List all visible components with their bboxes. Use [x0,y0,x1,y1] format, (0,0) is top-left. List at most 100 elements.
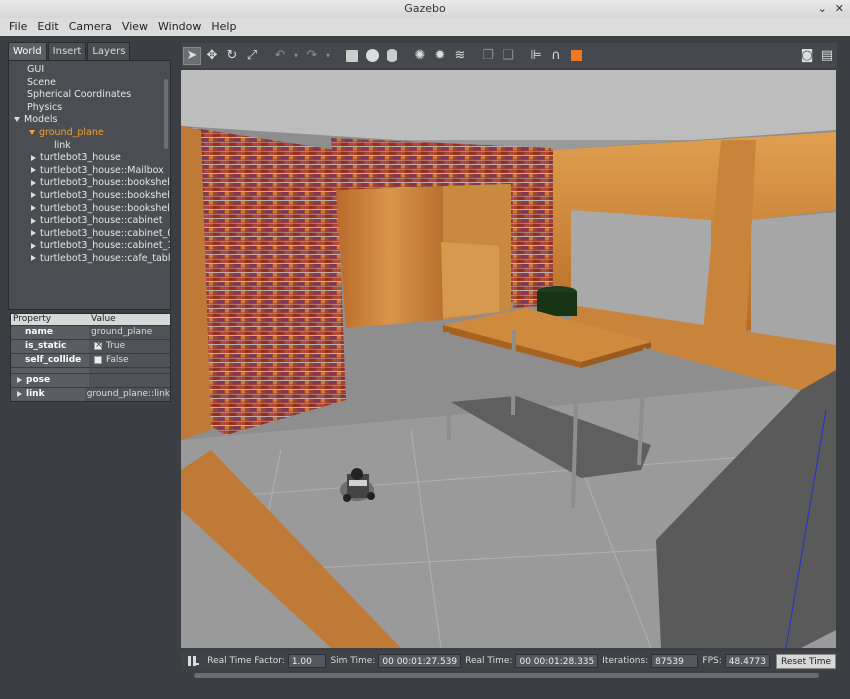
tree-item-model[interactable]: turtlebot3_house::cafe_table [9,253,170,266]
tree-item-spherical[interactable]: Spherical Coordinates [9,89,170,102]
horizontal-scrollbar[interactable] [194,673,819,678]
tree-item-model[interactable]: turtlebot3_house [9,152,170,165]
step-icon[interactable] [195,663,200,665]
prop-is-static-label: is_static [11,340,89,353]
menu-camera[interactable]: Camera [64,18,117,36]
prop-spacer [11,367,170,373]
tree-model-label: turtlebot3_house::cafe_table [40,252,171,264]
tree-item-gui[interactable]: GUI [9,64,170,77]
real-time-value: 00 00:01:28.335 [515,654,599,668]
collapse-icon[interactable] [31,217,36,224]
tree-model-label: turtlebot3_house::bookshelf [40,177,171,189]
menu-help[interactable]: Help [206,18,241,36]
tree-item-scene[interactable]: Scene [9,77,170,90]
tree-item-model[interactable]: turtlebot3_house::Mailbox [9,165,170,178]
copy-icon[interactable]: ❐ [479,47,497,65]
menu-bar: File Edit Camera View Window Help [0,18,850,36]
pause-icon[interactable] [185,654,196,668]
translate-icon[interactable]: ✥ [203,47,221,65]
undo-history-icon[interactable]: ▾ [291,47,301,65]
checkbox-checked-icon[interactable] [94,339,103,352]
prop-is-static-value[interactable]: True [89,339,170,353]
3d-viewport[interactable] [181,70,836,648]
expand-icon[interactable] [29,129,35,135]
reset-time-button[interactable]: Reset Time [775,653,836,669]
wood-panel-back [336,186,443,328]
point-light-icon[interactable]: ✺ [411,47,429,65]
scale-icon[interactable]: ⤢ [243,47,261,65]
collapse-icon[interactable] [31,179,36,186]
collapse-icon[interactable] [31,192,36,199]
tree-item-physics[interactable]: Physics [9,102,170,115]
undo-icon[interactable]: ↶ [271,47,289,65]
tree-item-model[interactable]: turtlebot3_house::bookshelf_0 [9,190,170,203]
spot-light-icon[interactable]: ✹ [431,47,449,65]
rtf-label: Real Time Factor: [207,656,285,666]
tree-item-link[interactable]: link [9,140,170,153]
tree-model-label: turtlebot3_house::cabinet_0 [40,227,171,239]
tree-model-label: turtlebot3_house::Mailbox [40,164,164,176]
expand-icon[interactable] [17,376,22,383]
log-icon[interactable]: ▤ [818,47,836,65]
directional-light-icon[interactable]: ≋ [451,47,469,65]
collapse-icon[interactable] [31,205,36,212]
tree-ground-plane-label: ground_plane [39,126,104,138]
iterations-value: 87539 [651,654,699,668]
minimize-icon[interactable]: ⌄ [818,0,827,18]
status-bar: Real Time Factor: 1.00 Sim Time: 00 00:0… [181,651,836,671]
collapse-icon[interactable] [31,154,36,161]
prop-pose-label[interactable]: pose [11,374,89,387]
menu-view[interactable]: View [117,18,153,36]
paste-icon[interactable]: ❏ [499,47,517,65]
expand-icon[interactable] [17,390,22,397]
prop-self-collide-value[interactable]: False [89,354,170,367]
bookshelf [441,242,499,318]
collapse-icon[interactable] [31,255,36,262]
snap-icon[interactable]: ∩ [547,47,565,65]
redo-icon[interactable]: ↷ [303,47,321,65]
collapse-icon[interactable] [31,242,36,249]
expand-icon[interactable] [14,117,20,123]
rotate-icon[interactable]: ↻ [223,47,241,65]
trash-can [537,292,577,316]
world-tree: GUI Scene Spherical Coordinates Physics … [8,60,171,310]
prop-row-link[interactable]: link ground_plane::link [11,387,170,401]
tree-model-label: turtlebot3_house::bookshelf_0 [40,189,171,201]
prop-link-label[interactable]: link [11,388,85,401]
tree-scrollbar[interactable] [164,79,168,149]
tree-item-model[interactable]: turtlebot3_house::cabinet [9,215,170,228]
tree-item-model[interactable]: turtlebot3_house::bookshelf_1 [9,203,170,216]
sphere-shape-icon[interactable] [363,47,381,65]
menu-file[interactable]: File [4,18,32,36]
cylinder-shape-icon[interactable] [383,47,401,65]
tab-layers[interactable]: Layers [87,42,131,60]
collapse-icon[interactable] [31,230,36,237]
property-panel: Property Value name ground_plane is_stat… [10,313,171,402]
checkbox-unchecked-icon[interactable] [94,355,102,364]
pose-text: pose [26,375,51,385]
redo-history-icon[interactable]: ▾ [323,47,333,65]
property-header: Property [13,314,52,324]
tab-world[interactable]: World [8,42,47,60]
tree-item-models[interactable]: Models [9,114,170,127]
tab-insert[interactable]: Insert [47,42,87,60]
prop-link-value: ground_plane::link [84,388,170,401]
sim-time-value: 00 00:01:27.539 [378,654,462,668]
prop-row-pose[interactable]: pose [11,373,170,387]
tree-item-ground-plane[interactable]: ground_plane [9,127,170,140]
tree-item-model[interactable]: turtlebot3_house::bookshelf [9,177,170,190]
box-shape-icon[interactable] [343,47,361,65]
tree-item-model[interactable]: turtlebot3_house::cabinet_1 [9,240,170,253]
menu-window[interactable]: Window [153,18,206,36]
view-angle-icon[interactable] [567,47,585,65]
prop-name-value[interactable]: ground_plane [89,326,170,339]
screenshot-icon[interactable]: ◙ [798,47,816,65]
close-icon[interactable]: ✕ [835,0,844,18]
collapse-icon[interactable] [31,167,36,174]
align-icon[interactable]: ⊫ [527,47,545,65]
select-mode-icon[interactable]: ➤ [183,46,201,65]
tree-item-model[interactable]: turtlebot3_house::cabinet_0 [9,228,170,241]
menu-edit[interactable]: Edit [32,18,63,36]
tree-models-label: Models [24,114,58,126]
fps-label: FPS: [702,656,722,666]
